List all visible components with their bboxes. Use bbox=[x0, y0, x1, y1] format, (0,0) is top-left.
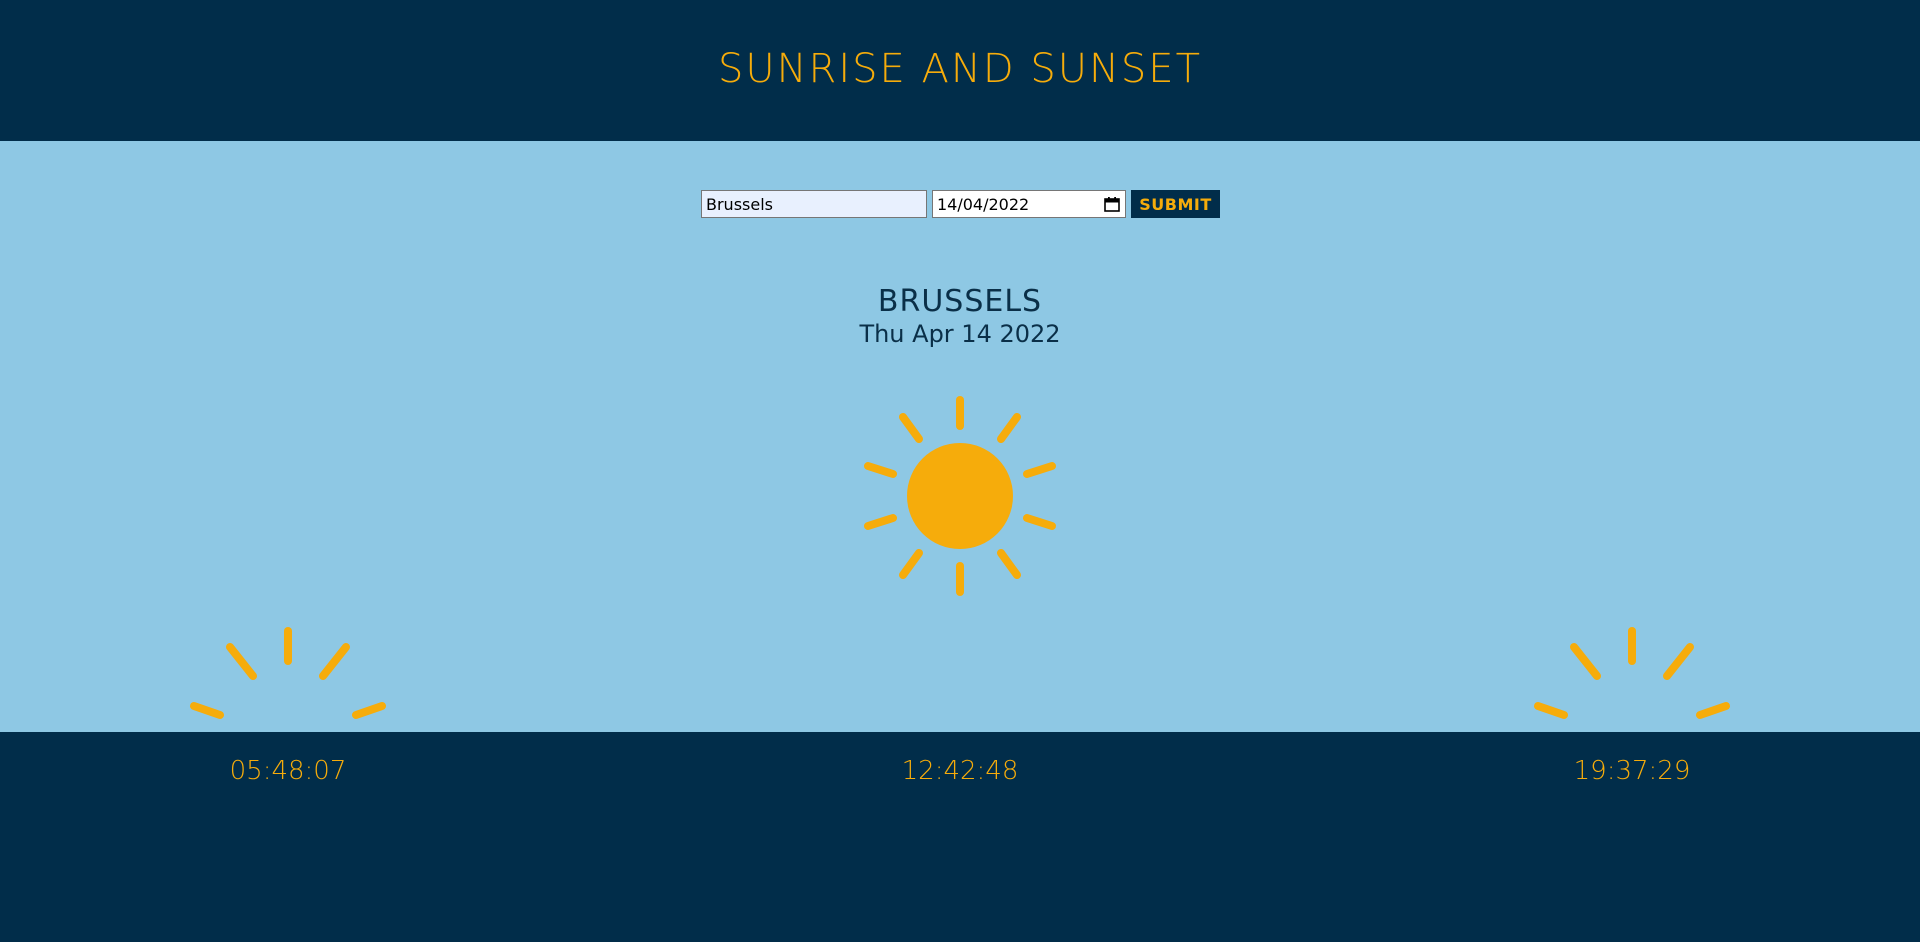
date-input-value: 14/04/2022 bbox=[937, 195, 1030, 214]
city-heading: BRUSSELS bbox=[877, 284, 1043, 319]
sunset-icon bbox=[1534, 627, 1730, 719]
calendar-icon[interactable] bbox=[1104, 196, 1120, 212]
page-title: SUNRISE AND SUNSET bbox=[717, 46, 1203, 92]
sunrise-icon bbox=[190, 627, 386, 719]
submit-button[interactable]: SUBMIT bbox=[1131, 190, 1220, 218]
header: SUNRISE AND SUNSET bbox=[0, 0, 1920, 141]
date-input[interactable]: 14/04/2022 bbox=[932, 190, 1126, 218]
solar-noon-time: 12:42:48 bbox=[901, 756, 1019, 786]
city-input[interactable] bbox=[701, 190, 927, 218]
date-heading: Thu Apr 14 2022 bbox=[859, 320, 1061, 348]
sun-icon bbox=[864, 396, 1056, 596]
sunset-time: 19:37:29 bbox=[1573, 756, 1691, 786]
sunrise-time: 05:48:07 bbox=[229, 756, 347, 786]
